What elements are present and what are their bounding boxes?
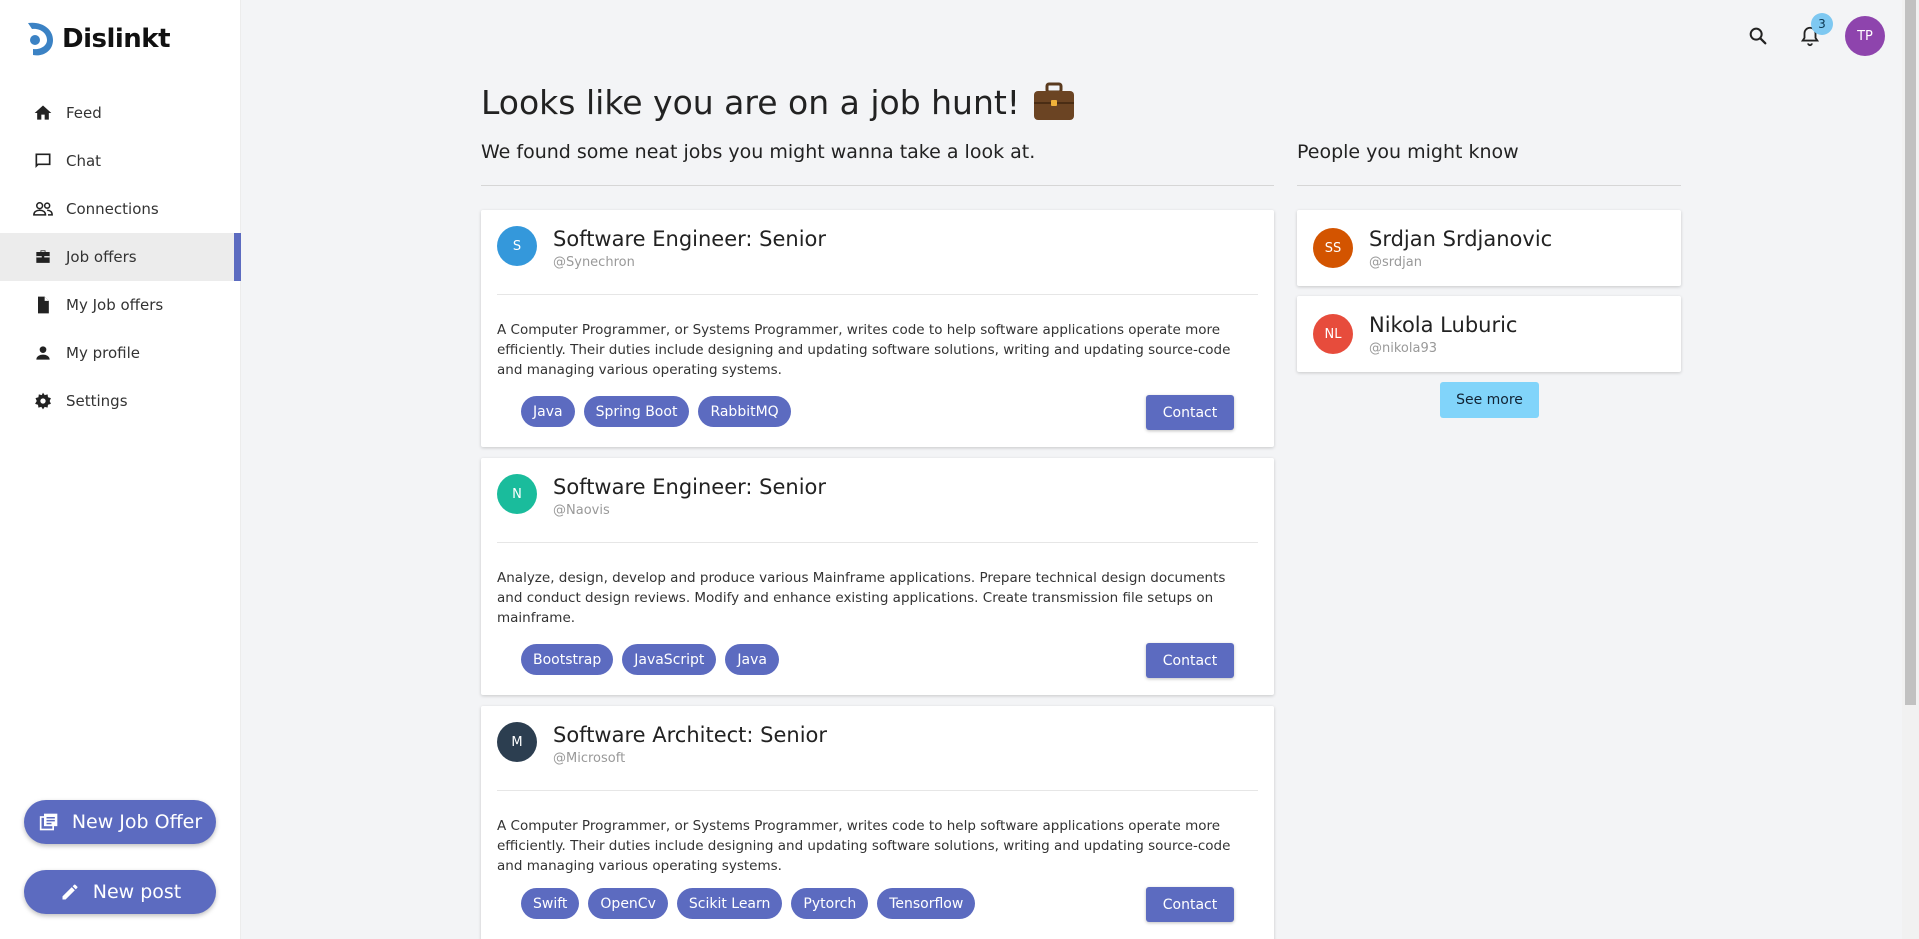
job-header: M Software Architect: Senior @Microsoft (497, 722, 827, 766)
skill-tag: RabbitMQ (698, 396, 791, 427)
contact-button[interactable]: Contact (1146, 395, 1234, 430)
job-title[interactable]: Software Engineer: Senior (553, 226, 826, 252)
sidebar-nav: Feed Chat Connections Job offers My Job … (0, 89, 241, 425)
job-company[interactable]: @Synechron (553, 255, 826, 270)
chat-icon (32, 150, 54, 172)
top-bar: 3 TP (1741, 13, 1885, 56)
job-card: M Software Architect: Senior @Microsoft … (481, 706, 1274, 939)
sidebar-item-feed[interactable]: Feed (0, 89, 241, 137)
person-name: Srdjan Srdjanovic (1369, 227, 1553, 251)
library-icon (38, 811, 60, 833)
sidebar-item-label: My profile (66, 344, 140, 362)
page-title-text: Looks like you are on a job hunt! (481, 82, 1021, 122)
job-tags: Swift OpenCv Scikit Learn Pytorch Tensor… (521, 888, 976, 919)
skill-tag: Tensorflow (877, 888, 976, 919)
people-divider (1297, 185, 1681, 186)
sidebar-item-settings[interactable]: Settings (0, 377, 241, 425)
job-company[interactable]: @Naovis (553, 503, 826, 518)
see-more-button[interactable]: See more (1440, 382, 1539, 418)
page-subtitle: We found some neat jobs you might wanna … (481, 141, 1036, 163)
person-icon (32, 342, 54, 364)
job-tags: Java Spring Boot RabbitMQ (521, 396, 791, 427)
company-avatar: S (497, 226, 537, 266)
person-name: Nikola Luburic (1369, 313, 1518, 337)
page-scrollbar[interactable] (1902, 0, 1919, 939)
briefcase-icon (32, 246, 54, 268)
sidebar-item-label: Settings (66, 392, 128, 410)
contact-button[interactable]: Contact (1146, 643, 1234, 678)
job-title[interactable]: Software Engineer: Senior (553, 474, 826, 500)
notifications-button[interactable]: 3 (1793, 13, 1833, 53)
dislinkt-logo-icon (28, 22, 53, 56)
sidebar: Dislinkt Feed Chat Connections Job offer… (0, 0, 241, 939)
skill-tag: OpenCv (588, 888, 668, 919)
job-divider (497, 790, 1258, 791)
job-description: A Computer Programmer, or Systems Progra… (497, 322, 1231, 378)
gear-icon (32, 390, 54, 412)
job-card: S Software Engineer: Senior @Synechron A… (481, 210, 1274, 447)
job-header: N Software Engineer: Senior @Naovis (497, 474, 826, 518)
brand-name: Dislinkt (62, 24, 171, 54)
skill-tag: Java (725, 644, 779, 675)
briefcase-emoji-icon (1034, 82, 1075, 120)
sidebar-item-label: Connections (66, 200, 159, 218)
job-title[interactable]: Software Architect: Senior (553, 722, 827, 748)
people-heading: People you might know (1297, 141, 1519, 163)
person-card[interactable]: NL Nikola Luburic @nikola93 (1297, 296, 1681, 372)
new-post-button[interactable]: New post (24, 870, 216, 914)
person-handle: @srdjan (1369, 255, 1422, 270)
scrollbar-thumb[interactable] (1905, 0, 1916, 705)
sidebar-item-my-profile[interactable]: My profile (0, 329, 241, 377)
brand[interactable]: Dislinkt (22, 20, 171, 58)
skill-tag: Scikit Learn (676, 888, 783, 919)
skill-tag: Bootstrap (521, 644, 614, 675)
sidebar-item-label: My Job offers (66, 296, 164, 314)
sidebar-item-label: Feed (66, 104, 102, 122)
new-post-label: New post (92, 881, 182, 903)
job-card: N Software Engineer: Senior @Naovis Anal… (481, 458, 1274, 695)
person-handle: @nikola93 (1369, 341, 1437, 356)
home-icon (32, 102, 54, 124)
new-job-offer-button[interactable]: New Job Offer (24, 800, 216, 844)
sidebar-item-job-offers[interactable]: Job offers (0, 233, 241, 281)
contact-button[interactable]: Contact (1146, 887, 1234, 922)
skill-tag: JavaScript (622, 644, 717, 675)
main-divider (481, 185, 1274, 186)
job-description: A Computer Programmer, or Systems Progra… (497, 818, 1231, 874)
company-avatar: N (497, 474, 537, 514)
document-icon (32, 294, 54, 316)
notification-badge: 3 (1811, 13, 1833, 35)
company-avatar: M (497, 722, 537, 762)
sidebar-item-label: Job offers (66, 248, 137, 266)
skill-tag: Pytorch (791, 888, 869, 919)
person-avatar: SS (1313, 228, 1353, 268)
people-icon (32, 198, 54, 220)
skill-tag: Java (521, 396, 575, 427)
sidebar-item-chat[interactable]: Chat (0, 137, 241, 185)
job-divider (497, 294, 1258, 295)
user-avatar[interactable]: TP (1845, 16, 1885, 56)
job-header: S Software Engineer: Senior @Synechron (497, 226, 826, 270)
new-job-offer-label: New Job Offer (71, 811, 203, 833)
search-icon (1749, 27, 1767, 45)
job-description: Analyze, design, develop and produce var… (497, 570, 1226, 626)
sidebar-item-label: Chat (66, 152, 102, 170)
pencil-icon (59, 881, 81, 903)
person-card[interactable]: SS Srdjan Srdjanovic @srdjan (1297, 210, 1681, 286)
page-title: Looks like you are on a job hunt! (481, 82, 1076, 122)
search-button[interactable] (1741, 19, 1775, 53)
skill-tag: Swift (521, 888, 580, 919)
sidebar-item-my-job-offers[interactable]: My Job offers (0, 281, 241, 329)
skill-tag: Spring Boot (583, 396, 690, 427)
job-tags: Bootstrap JavaScript Java (521, 644, 779, 675)
sidebar-item-connections[interactable]: Connections (0, 185, 241, 233)
job-divider (497, 542, 1258, 543)
job-company[interactable]: @Microsoft (553, 751, 827, 766)
person-avatar: NL (1313, 314, 1353, 354)
